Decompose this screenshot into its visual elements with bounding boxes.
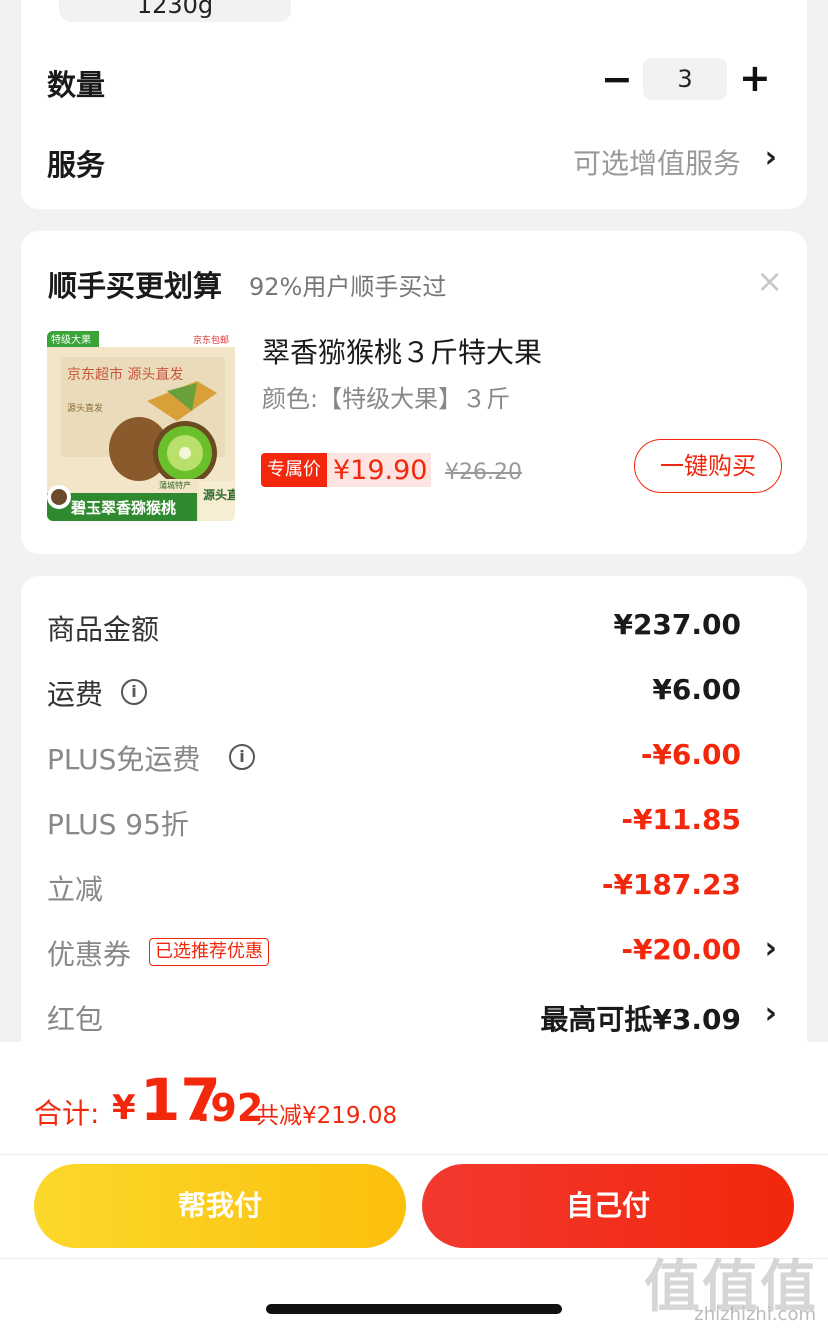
- service-label: 服务: [47, 148, 106, 182]
- shipping-value: ¥6.00: [652, 673, 741, 706]
- plus-discount-value: -¥11.85: [621, 803, 741, 836]
- subtotal-value: ¥237.00: [613, 608, 741, 641]
- product-name[interactable]: 翠香猕猴桃３斤特大果: [262, 331, 542, 371]
- side-label: 源头直发: [203, 487, 235, 502]
- quantity-input[interactable]: 3: [643, 58, 727, 100]
- weight-option-chip[interactable]: 1230g: [59, 0, 291, 22]
- plus-shipping-info-icon[interactable]: i: [229, 744, 255, 770]
- original-price: ¥26.20: [445, 460, 522, 485]
- box-print: 京东超市 源头直发: [67, 366, 183, 383]
- close-icon[interactable]: ×: [756, 265, 783, 297]
- bundle-recommend-card: 顺手买更划算 92%用户顺手买过 × 特级大果 京东包邮 京东超市 源头直发 源…: [21, 231, 807, 554]
- total-amount-decimal: .92: [196, 1086, 264, 1130]
- divider: [0, 1154, 828, 1155]
- coupon-chevron-icon[interactable]: ›: [765, 931, 777, 966]
- shipping-label: 运费: [47, 678, 104, 711]
- one-click-buy-button[interactable]: 一键购买: [634, 439, 782, 493]
- total-currency: ¥: [112, 1088, 136, 1128]
- plus-shipping-value: -¥6.00: [640, 738, 741, 771]
- bundle-title: 顺手买更划算: [48, 269, 223, 303]
- instant-off-label: 立减: [47, 873, 104, 906]
- red-packet-label: 红包: [47, 1003, 104, 1036]
- instant-off-value: -¥187.23: [601, 868, 741, 901]
- checkout-bar: 合计: ¥ 17 .92 共减¥219.08 帮我付 自己付 值值值 zhizh…: [0, 1042, 828, 1332]
- coupon-label: 优惠券: [47, 938, 132, 971]
- quantity-decrease-button[interactable]: −: [601, 60, 633, 98]
- badge-top-right: 京东包邮: [193, 334, 229, 346]
- quantity-increase-button[interactable]: +: [739, 59, 771, 97]
- coupon-value: -¥20.00: [621, 933, 741, 966]
- red-packet-value: 最高可抵¥3.09: [540, 1003, 741, 1036]
- total-label: 合计:: [34, 1097, 100, 1130]
- local-label: 蒲城特产: [159, 480, 191, 490]
- kiwi-box-illustration: 特级大果 京东包邮 京东超市 源头直发 源头直发 蒲城特产 碧玉翠香猕猴桃 源头…: [47, 331, 235, 521]
- shipping-info-icon[interactable]: i: [121, 679, 147, 705]
- summary-row-shipping: 运费 i ¥6.00: [21, 665, 807, 715]
- summary-row-red-packet[interactable]: 红包 最高可抵¥3.09 ›: [21, 990, 807, 1040]
- quantity-label: 数量: [47, 68, 106, 102]
- product-image[interactable]: 特级大果 京东包邮 京东超市 源头直发 源头直发 蒲城特产 碧玉翠香猕猴桃 源头…: [47, 331, 235, 521]
- box-small-label: 源头直发: [67, 402, 103, 414]
- watermark-site: zhizhizhi.com: [694, 1304, 816, 1325]
- subtotal-label: 商品金额: [47, 613, 160, 646]
- summary-row-subtotal: 商品金额 ¥237.00: [21, 600, 807, 650]
- service-value[interactable]: 可选增值服务: [573, 142, 741, 182]
- order-summary-card: 商品金额 ¥237.00 运费 i ¥6.00 PLUS免运费 i -¥6.00…: [21, 576, 807, 1076]
- summary-row-coupon[interactable]: 优惠券 已选推荐优惠 -¥20.00 ›: [21, 925, 807, 975]
- summary-row-instant-off: 立减 -¥187.23: [21, 860, 807, 910]
- home-indicator[interactable]: [266, 1304, 562, 1314]
- product-options-card: 1230g 数量 − 3 + 服务 可选增值服务 ›: [21, 0, 807, 209]
- summary-row-plus-shipping: PLUS免运费 i -¥6.00: [21, 730, 807, 780]
- badge-top-left: 特级大果: [51, 333, 91, 346]
- product-spec: 颜色:【特级大果】３斤: [262, 385, 511, 413]
- total-saved: 共减¥219.08: [256, 1103, 398, 1129]
- weight-option-label: 1230g: [136, 0, 214, 19]
- red-packet-chevron-icon[interactable]: ›: [765, 996, 777, 1031]
- plus-shipping-label: PLUS免运费: [47, 743, 201, 776]
- plus-discount-label: PLUS 95折: [47, 808, 189, 841]
- coupon-recommend-tag: 已选推荐优惠: [149, 938, 269, 966]
- bundle-subtitle: 92%用户顺手买过: [249, 273, 447, 301]
- box-title: 碧玉翠香猕猴桃: [70, 499, 176, 517]
- summary-row-plus-discount: PLUS 95折 -¥11.85: [21, 795, 807, 845]
- help-me-pay-button[interactable]: 帮我付: [34, 1164, 406, 1248]
- current-price: ¥19.90: [333, 455, 428, 486]
- service-chevron-icon[interactable]: ›: [765, 140, 777, 175]
- exclusive-price-tag: 专属价: [261, 453, 327, 487]
- pay-myself-button[interactable]: 自己付: [422, 1164, 794, 1248]
